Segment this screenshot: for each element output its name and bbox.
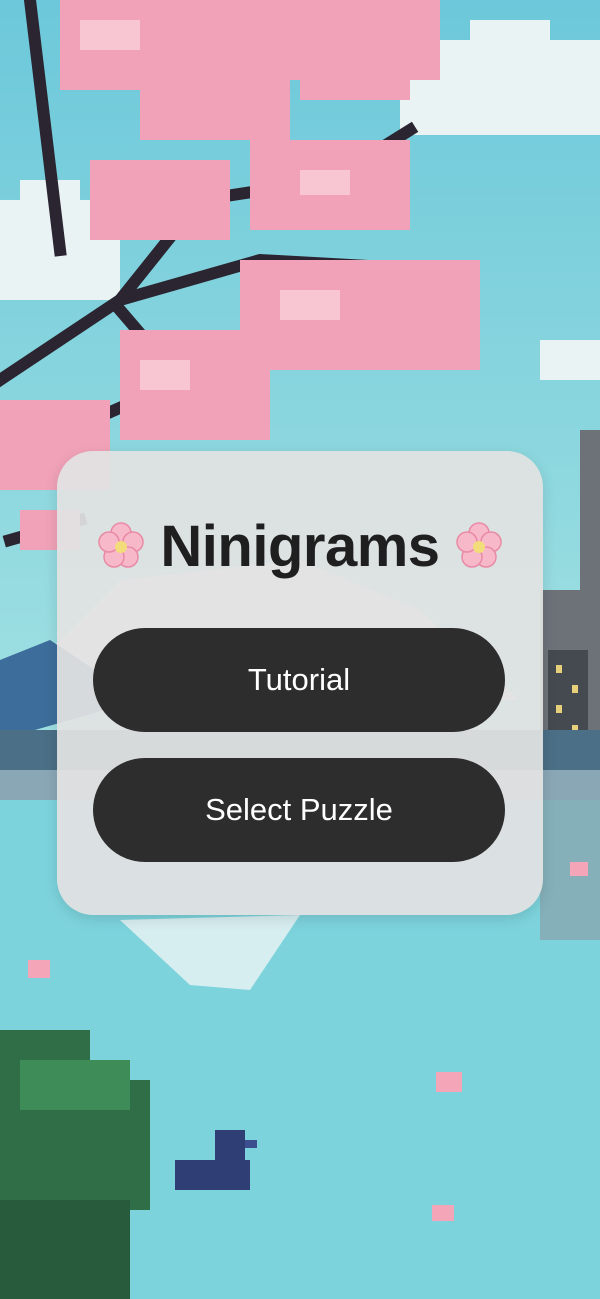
cherry-blossom-icon (455, 522, 502, 568)
app-title: Ninigrams (160, 513, 440, 579)
title-row: Ninigrams (57, 501, 543, 591)
main-menu-card: Ninigrams Tutorial Select Puzzle (57, 451, 543, 915)
bushes (0, 1030, 150, 1299)
cherry-blossom-icon (98, 522, 145, 568)
tutorial-button[interactable]: Tutorial (93, 628, 505, 732)
select-puzzle-button[interactable]: Select Puzzle (93, 758, 505, 862)
